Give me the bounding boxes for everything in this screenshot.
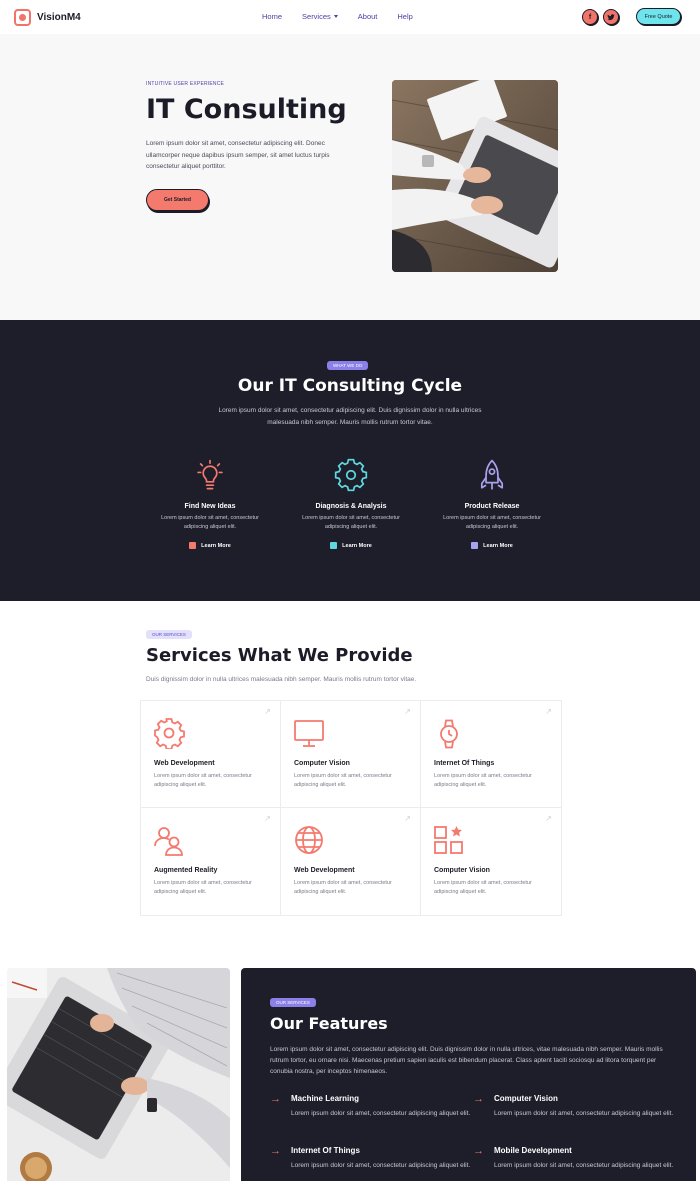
arrow-up-right-icon: ↗ [264, 814, 271, 823]
hero-section: INTUITIVE USER EXPERIENCE IT Consulting … [0, 34, 700, 320]
gear-icon [154, 718, 185, 749]
service-card[interactable]: ↗ Web Development Lorem ipsum dolor sit … [281, 808, 421, 915]
arrow-right-icon: → [473, 1093, 484, 1105]
service-text: Lorem ipsum dolor sit amet, consectetur … [154, 773, 252, 788]
nav-services-label: Services [302, 12, 331, 21]
service-card[interactable]: ↗ Web Development Lorem ipsum dolor sit … [141, 701, 281, 808]
service-title: Computer Vision [434, 867, 490, 874]
section-tag: WHAT WE DO [327, 361, 369, 370]
learn-more-label: Learn More [342, 542, 372, 549]
learn-more-label: Learn More [483, 542, 513, 549]
service-card[interactable]: ↗ Augmented Reality Lorem ipsum dolor si… [141, 808, 281, 915]
service-text: Lorem ipsum dolor sit amet, consectetur … [294, 773, 392, 788]
twitter-icon[interactable] [603, 9, 619, 25]
arrow-up-right-icon: ↗ [545, 814, 552, 823]
service-text: Lorem ipsum dolor sit amet, consectetur … [154, 880, 252, 895]
free-quote-button[interactable]: Free Quote [636, 8, 681, 25]
feature-title: Internet Of Things [291, 1146, 360, 1155]
consulting-cycle-section: WHAT WE DO Our IT Consulting Cycle Lorem… [0, 320, 700, 601]
arrow-up-right-icon: ↗ [404, 814, 411, 823]
arrow-right-icon: → [473, 1145, 484, 1157]
service-title: Web Development [294, 867, 355, 874]
rocket-icon [480, 459, 504, 490]
features-tag: OUR SERVICES [270, 998, 316, 1007]
service-title: Augmented Reality [154, 867, 218, 874]
features-text: Lorem ipsum dolor sit amet, consectetur … [270, 1046, 663, 1075]
learn-more-link[interactable]: Learn More [330, 542, 372, 549]
main-menu: Home Services About Help [262, 12, 413, 21]
facebook-icon[interactable]: f [582, 9, 598, 25]
features-panel: OUR SERVICES Our Features Lorem ipsum do… [241, 968, 696, 1181]
service-card[interactable]: ↗ Computer Vision Lorem ipsum dolor sit … [421, 808, 561, 915]
watch-icon [440, 719, 458, 749]
step-text: Lorem ipsum dolor sit amet, consectetur … [161, 515, 259, 530]
learn-more-icon [471, 542, 479, 549]
twitter-bird-icon [607, 13, 615, 20]
arrow-up-right-icon: ↗ [264, 707, 271, 716]
step-find-new-ideas: Find New Ideas Lorem ipsum dolor sit ame… [150, 458, 270, 554]
step-text: Lorem ipsum dolor sit amet, consectetur … [302, 515, 400, 530]
service-text: Lorem ipsum dolor sit amet, consectetur … [294, 880, 392, 895]
logo[interactable]: VisionM4 [14, 9, 81, 26]
service-card[interactable]: ↗ Computer Vision Lorem ipsum dolor sit … [281, 701, 421, 808]
service-title: Computer Vision [294, 760, 350, 767]
hero-eyebrow: INTUITIVE USER EXPERIENCE [146, 81, 225, 87]
nav-services[interactable]: Services [302, 12, 338, 21]
learn-more-label: Learn More [201, 542, 231, 549]
hero-image-laptop [392, 80, 558, 272]
arrow-up-right-icon: ↗ [404, 707, 411, 716]
monitor-icon [294, 720, 324, 747]
lightbulb-icon [197, 459, 223, 490]
step-diagnosis-analysis: Diagnosis & Analysis Lorem ipsum dolor s… [291, 458, 411, 554]
service-title: Web Development [154, 760, 215, 767]
navbar: VisionM4 Home Services About Help f Free… [0, 0, 700, 34]
nav-help[interactable]: Help [397, 12, 412, 21]
feature-title: Machine Learning [291, 1094, 360, 1103]
step-title: Diagnosis & Analysis [315, 503, 387, 510]
feature-text: Lorem ipsum dolor sit amet, consectetur … [494, 1162, 674, 1169]
learn-more-icon [330, 542, 338, 549]
nav-about[interactable]: About [358, 12, 378, 21]
services-grid: ↗ Web Development Lorem ipsum dolor sit … [140, 700, 562, 916]
feature-text: Lorem ipsum dolor sit amet, consectetur … [494, 1110, 674, 1117]
services-title: Services What We Provide [146, 645, 413, 666]
service-text: Lorem ipsum dolor sit amet, consectetur … [434, 880, 532, 895]
step-title: Find New Ideas [184, 503, 236, 510]
nav-home[interactable]: Home [262, 12, 282, 21]
features-image-laptop [7, 968, 230, 1181]
get-started-button[interactable]: Get Started [146, 189, 209, 211]
hero-text: Lorem ipsum dolor sit amet, consectetur … [146, 140, 330, 170]
users-icon [154, 827, 183, 856]
gear-icon [334, 458, 368, 492]
arrow-up-right-icon: ↗ [545, 707, 552, 716]
grid-star-icon [434, 826, 463, 854]
services-text: Duis dignissim dolor in nulla ultrices m… [146, 676, 417, 683]
hero-title: IT Consulting [146, 94, 347, 125]
features-title: Our Features [270, 1014, 388, 1033]
logo-text: VisionM4 [37, 12, 81, 23]
feature-title: Computer Vision [494, 1094, 558, 1103]
step-text: Lorem ipsum dolor sit amet, consectetur … [443, 515, 541, 530]
feature-title: Mobile Development [494, 1146, 572, 1155]
arrow-right-icon: → [270, 1145, 281, 1157]
learn-more-link[interactable]: Learn More [471, 542, 513, 549]
globe-icon [295, 826, 323, 854]
service-card[interactable]: ↗ Internet Of Things Lorem ipsum dolor s… [421, 701, 561, 808]
services-tag: OUR SERVICES [146, 630, 192, 639]
learn-more-icon [189, 542, 197, 549]
learn-more-link[interactable]: Learn More [189, 542, 231, 549]
service-title: Internet Of Things [434, 760, 495, 767]
cycle-title: Our IT Consulting Cycle [237, 376, 463, 396]
arrow-right-icon: → [270, 1093, 281, 1105]
step-product-release: Product Release Lorem ipsum dolor sit am… [432, 458, 552, 554]
feature-text: Lorem ipsum dolor sit amet, consectetur … [291, 1110, 471, 1117]
feature-text: Lorem ipsum dolor sit amet, consectetur … [291, 1162, 471, 1169]
logo-icon [14, 9, 31, 26]
chevron-down-icon [333, 15, 338, 18]
service-text: Lorem ipsum dolor sit amet, consectetur … [434, 773, 532, 788]
cycle-text: Lorem ipsum dolor sit amet, consectetur … [218, 407, 482, 426]
step-title: Product Release [464, 503, 520, 510]
